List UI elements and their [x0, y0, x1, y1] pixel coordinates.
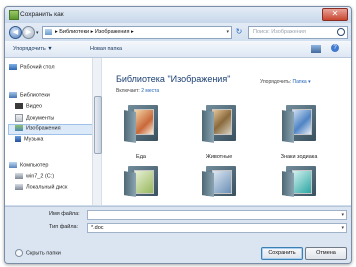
sidebar-item-video[interactable]: Видео — [15, 103, 42, 112]
filetype-label: Тип файла: — [49, 224, 79, 230]
title-bar: Сохранить как ✕ — [5, 7, 351, 23]
filename-label: Имя файла: — [49, 211, 80, 217]
save-button[interactable]: Сохранить — [261, 247, 303, 260]
drive-icon — [15, 173, 23, 179]
save-form: Имя файла: ▾ Тип файла: *.doc ▾ Скрыть п… — [5, 206, 351, 263]
back-button[interactable]: ◀ — [9, 26, 22, 39]
video-icon — [15, 103, 23, 109]
folder-label: Знаки зодиака — [280, 154, 318, 160]
sidebar-item-drive-c[interactable]: win7_2 (C:) — [15, 173, 54, 182]
sidebar-item-music[interactable]: Музыка — [15, 136, 43, 145]
folder-preview — [292, 109, 312, 135]
new-folder-button[interactable]: Новая папка — [90, 46, 122, 52]
file-list-pane: Библиотека "Изображения" Включает: 2 мес… — [102, 58, 351, 205]
hide-folders-toggle[interactable]: Скрыть папки — [15, 249, 61, 257]
sidebar-item-label: Библиотеки — [20, 92, 50, 99]
pictures-icon — [15, 125, 23, 131]
library-includes: Включает: 2 места — [116, 88, 159, 94]
folder-label: Еда — [136, 154, 146, 160]
folder-label: Животные — [205, 154, 233, 160]
sidebar-item-label: win7_2 (C:) — [26, 173, 55, 180]
folder-item[interactable] — [202, 166, 236, 197]
folder-front — [282, 171, 294, 197]
folder-preview — [212, 170, 232, 194]
navigation-pane: Рабочий стол Библиотеки Видео Документы … — [5, 58, 102, 205]
sidebar-item-label: Локальный диск — [26, 184, 68, 191]
filetype-select[interactable]: *.doc ▾ — [87, 223, 347, 233]
drive-icon — [15, 184, 23, 190]
computer-icon — [9, 162, 17, 168]
search-placeholder: Поиск: Изображения — [253, 29, 306, 35]
recent-pages-dropdown-icon[interactable]: ▾ — [36, 30, 39, 36]
includes-label: Включает: — [116, 88, 140, 94]
search-icon — [337, 28, 345, 36]
music-icon — [15, 136, 21, 142]
folder-preview — [134, 170, 154, 194]
chevron-down-icon[interactable]: ▾ — [341, 212, 344, 218]
folder-preview — [134, 109, 154, 135]
sidebar-item-label: Документы — [26, 115, 55, 122]
save-as-dialog: Сохранить как ✕ ◀ ▶ ▾ ▸ Библиотеки ▸ Изо… — [4, 6, 352, 264]
folder-front — [202, 171, 214, 197]
sidebar-item-desktop[interactable]: Рабочий стол — [9, 64, 55, 73]
filename-field[interactable]: ▾ — [87, 210, 347, 220]
app-icon — [9, 10, 19, 20]
sidebar-item-libraries[interactable]: Библиотеки — [9, 92, 50, 101]
arrange-dropdown[interactable]: Папка ▾ — [293, 79, 311, 85]
sidebar-item-computer[interactable]: Компьютер — [9, 162, 48, 171]
folder-front — [282, 110, 294, 143]
sidebar-item-local-disk[interactable]: Локальный диск — [15, 184, 67, 193]
hide-folders-label: Скрыть папки — [26, 250, 61, 257]
desktop-icon — [9, 64, 17, 70]
sidebar-item-pictures[interactable]: Изображения — [8, 124, 94, 135]
folder-front — [202, 110, 214, 143]
chevron-down-icon[interactable]: ▾ — [341, 225, 344, 231]
address-bar: ◀ ▶ ▾ ▸ Библиотеки ▸ Изображения ▸ ▾ ↻ П… — [5, 23, 351, 41]
sidebar-item-label: Компьютер — [20, 162, 49, 169]
library-title: Библиотека "Изображения" — [116, 74, 231, 84]
sidebar-item-label: Видео — [26, 103, 43, 110]
sidebar-item-documents[interactable]: Документы — [15, 114, 54, 123]
sidebar-item-label: Рабочий стол — [20, 64, 55, 71]
libraries-icon — [9, 92, 17, 98]
arrange-by: Упорядочить: Папка ▾ — [260, 79, 311, 85]
path-text: ▸ Библиотеки ▸ Изображения ▸ — [55, 29, 134, 35]
folder-item[interactable] — [282, 166, 316, 197]
folder-animals[interactable] — [202, 105, 236, 143]
filetype-value: *.doc — [91, 225, 104, 231]
search-input[interactable]: Поиск: Изображения — [248, 26, 348, 39]
chevron-down-icon[interactable]: ▾ — [226, 29, 229, 35]
folder-preview — [212, 109, 232, 135]
close-button[interactable]: ✕ — [322, 8, 348, 21]
refresh-icon[interactable]: ↻ — [234, 27, 244, 37]
folder-front — [124, 171, 136, 197]
path-breadcrumb[interactable]: ▸ Библиотеки ▸ Изображения ▸ ▾ — [42, 26, 232, 39]
views-icon[interactable] — [311, 45, 321, 53]
includes-link[interactable]: 2 места — [141, 88, 159, 94]
forward-button[interactable]: ▶ — [22, 26, 35, 39]
navigation-scrollbar[interactable] — [92, 58, 102, 205]
scrollbar-thumb[interactable] — [94, 96, 102, 154]
documents-icon — [15, 114, 23, 122]
folder-food[interactable] — [124, 105, 158, 143]
folder-front — [124, 110, 136, 143]
sidebar-item-label: Музыка — [24, 136, 44, 143]
collapse-icon — [15, 249, 23, 257]
sidebar-item-label: Изображения — [26, 125, 61, 132]
command-toolbar: Упорядочить ▼ Новая папка ? — [5, 41, 351, 58]
window-title: Сохранить как — [20, 11, 64, 18]
help-icon[interactable]: ? — [331, 44, 339, 52]
folder-zodiac[interactable] — [282, 105, 316, 143]
organize-button[interactable]: Упорядочить ▼ — [13, 46, 53, 52]
cancel-button[interactable]: Отмена — [305, 247, 347, 260]
library-icon — [45, 29, 52, 35]
arrange-label: Упорядочить: — [260, 79, 292, 85]
folder-preview — [292, 170, 312, 194]
folder-item[interactable] — [124, 166, 158, 197]
